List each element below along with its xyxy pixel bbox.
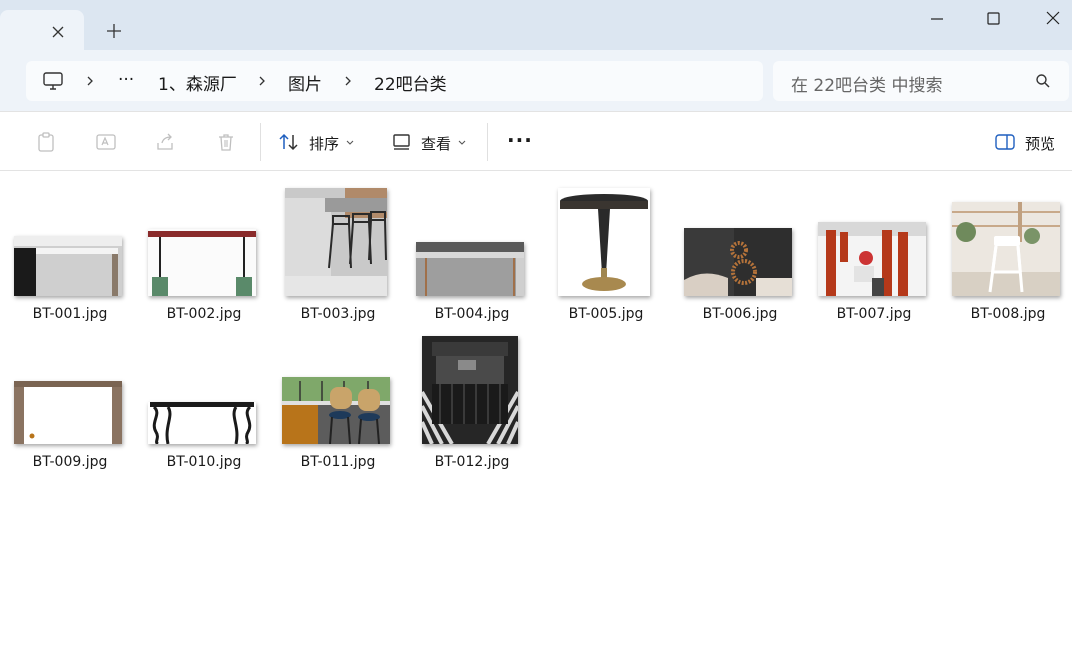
chevron-down-icon[interactable] <box>345 138 355 148</box>
thumbnail-image <box>14 236 122 296</box>
preview-pane-icon[interactable] <box>994 131 1016 153</box>
file-thumbnail[interactable] <box>684 228 792 296</box>
command-bar: 排序 查看 ··· 预览 <box>0 111 1072 171</box>
breadcrumb-overflow[interactable]: ··· <box>118 70 134 90</box>
thumbnail-image <box>818 222 926 296</box>
thumbnail-image <box>282 377 390 444</box>
more-options-button[interactable]: ··· <box>507 128 533 152</box>
file-name[interactable]: BT-005.jpg <box>544 306 668 322</box>
delete-icon[interactable] <box>215 131 237 153</box>
file-thumbnail[interactable] <box>416 242 524 296</box>
thumbnail-image <box>285 188 387 296</box>
rename-icon[interactable] <box>95 131 117 153</box>
chevron-right-icon[interactable] <box>84 75 96 87</box>
chevron-right-icon[interactable] <box>342 75 354 87</box>
search-box[interactable]: 在 22吧台类 中搜索 <box>773 61 1069 101</box>
preview-button[interactable]: 预览 <box>1025 133 1055 154</box>
toolbar-divider <box>487 123 488 161</box>
thumbnail-image <box>952 202 1060 296</box>
file-thumbnail[interactable] <box>148 402 256 444</box>
this-pc-icon[interactable] <box>42 70 64 92</box>
new-tab-icon[interactable] <box>104 21 124 41</box>
sort-icon[interactable] <box>278 131 300 153</box>
file-thumbnail[interactable] <box>422 336 518 444</box>
search-icon[interactable] <box>1035 73 1051 89</box>
tab-current[interactable] <box>0 10 84 50</box>
paste-icon[interactable] <box>35 131 57 153</box>
file-thumbnail[interactable] <box>282 377 390 444</box>
file-name[interactable]: BT-011.jpg <box>276 454 400 470</box>
file-name[interactable]: BT-009.jpg <box>8 454 132 470</box>
file-thumbnail[interactable] <box>14 381 122 444</box>
close-window-icon[interactable] <box>1026 6 1072 32</box>
toolbar-divider <box>260 123 261 161</box>
file-thumbnail[interactable] <box>558 188 650 296</box>
thumbnail-image <box>148 402 256 444</box>
file-thumbnail[interactable] <box>14 236 122 296</box>
sort-button[interactable]: 排序 <box>309 133 339 154</box>
thumbnail-image <box>558 188 650 296</box>
thumbnail-image <box>148 229 256 296</box>
file-name[interactable]: BT-004.jpg <box>410 306 534 322</box>
close-tab-icon[interactable] <box>48 22 68 42</box>
share-icon[interactable] <box>155 131 177 153</box>
file-name[interactable]: BT-010.jpg <box>142 454 266 470</box>
title-bar <box>0 0 1072 50</box>
address-bar-area: ··· 1、森源厂 图片 22吧台类 在 22吧台类 中搜索 <box>0 50 1072 111</box>
breadcrumb-item[interactable]: 1、森源厂 <box>158 70 237 95</box>
thumbnail-image <box>14 381 122 444</box>
file-name[interactable]: BT-008.jpg <box>946 306 1070 322</box>
view-icon[interactable] <box>391 131 413 153</box>
thumbnail-image <box>416 242 524 296</box>
address-bar[interactable]: ··· 1、森源厂 图片 22吧台类 <box>26 61 763 101</box>
thumbnail-image <box>684 228 792 296</box>
file-name[interactable]: BT-012.jpg <box>410 454 534 470</box>
file-name[interactable]: BT-003.jpg <box>276 306 400 322</box>
file-thumbnail[interactable] <box>952 202 1060 296</box>
file-name[interactable]: BT-006.jpg <box>678 306 802 322</box>
file-thumbnail[interactable] <box>818 222 926 296</box>
file-thumbnail[interactable] <box>148 229 256 296</box>
file-name[interactable]: BT-002.jpg <box>142 306 266 322</box>
chevron-right-icon[interactable] <box>256 75 268 87</box>
breadcrumb-item[interactable]: 图片 <box>288 70 322 95</box>
chevron-down-icon[interactable] <box>457 138 467 148</box>
view-button[interactable]: 查看 <box>421 133 451 154</box>
file-thumbnail[interactable] <box>285 188 387 296</box>
breadcrumb-current[interactable]: 22吧台类 <box>374 70 447 95</box>
file-name[interactable]: BT-001.jpg <box>8 306 132 322</box>
file-name[interactable]: BT-007.jpg <box>812 306 936 322</box>
search-input[interactable]: 在 22吧台类 中搜索 <box>791 71 942 96</box>
minimize-icon[interactable] <box>914 6 960 32</box>
maximize-icon[interactable] <box>971 6 1017 32</box>
thumbnail-image <box>422 336 518 444</box>
